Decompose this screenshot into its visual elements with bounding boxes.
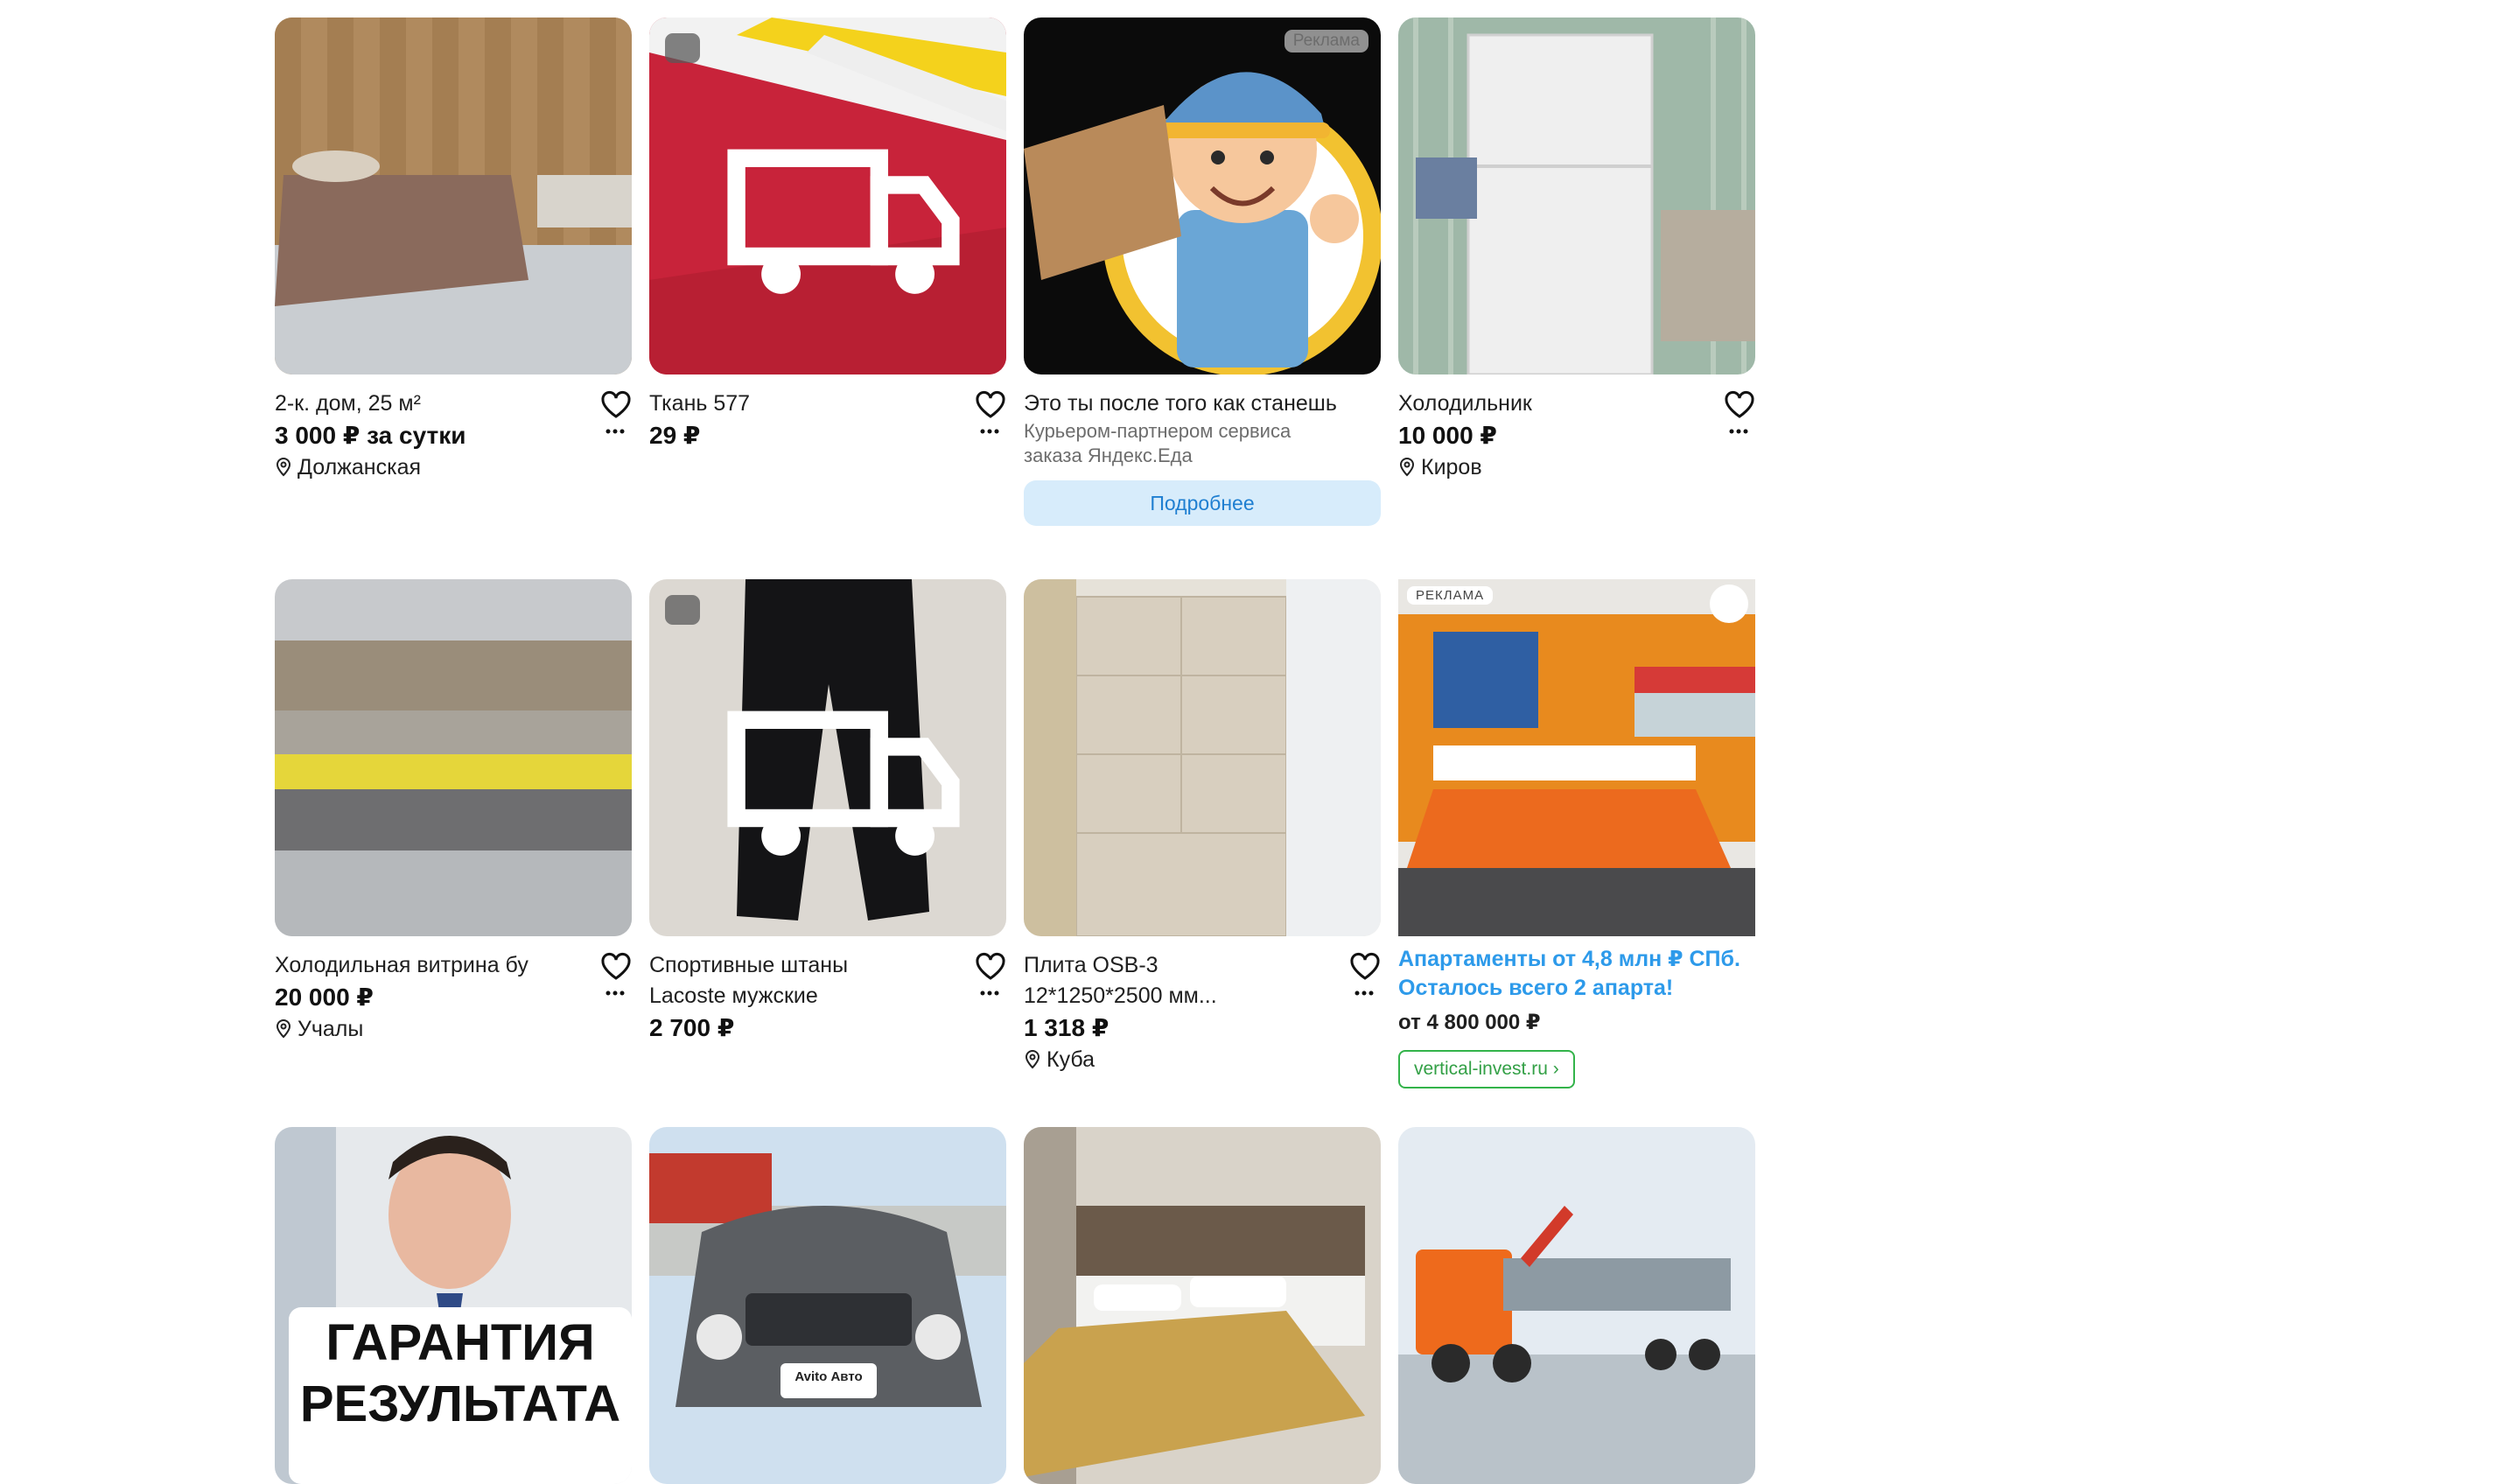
listing-price: 20 000 ₽ [275,984,374,1011]
listing-photo[interactable] [275,18,632,374]
ad-title[interactable]: Это ты после того как станешь [1024,388,1381,419]
guarantee-line2: РЕЗУЛЬТАТА [299,1376,621,1432]
ad-card-yandex[interactable]: Реклама Это ты после того как станешь Ку… [1024,18,1381,526]
listing-location: Куба [1024,1045,1381,1074]
ad-badge: РЕКЛАМА [1407,586,1494,605]
listing-card[interactable] [1398,1127,1755,1484]
listing-location: Учалы [275,1014,632,1044]
listing-title-line2[interactable]: 12*1250*2500 мм... [1024,981,1321,1012]
listing-card[interactable]: ГАРАНТИЯ РЕЗУЛЬТАТА [275,1127,632,1484]
ad-subtitle-line2: заказа Яндекс.Еда [1024,444,1193,466]
listing-price: 3 000 ₽ за сутки [275,422,466,449]
more-dots-icon[interactable] [606,429,625,438]
listing-photo[interactable]: Avito Авто [649,1127,1006,1484]
listing-photo[interactable] [649,18,1006,374]
listing-price: 29 ₽ [649,422,701,449]
listing-photo[interactable] [1398,1127,1755,1484]
listing-price: 10 000 ₽ [1398,422,1497,449]
listing-card[interactable]: Ткань 577 29 ₽ [649,18,1006,452]
ad-domain-link[interactable]: vertical-invest.ru › [1398,1050,1575,1088]
ad-photo[interactable]: Реклама [1024,18,1381,374]
listing-location: Киров [1398,452,1755,482]
location-text: Должанская [298,455,422,480]
listing-card[interactable]: Спортивные штаны Lacoste мужские 2 700 ₽ [649,579,1006,1045]
guarantee-line1: ГАРАНТИЯ [326,1314,595,1371]
listing-photo[interactable] [275,579,632,936]
more-dots-icon[interactable] [1729,429,1748,438]
ad-title-line1[interactable]: Апартаменты от 4,8 млн ₽ СПб. [1398,945,1755,974]
listings-grid: 2-к. дом, 25 м² 3 000 ₽ за сутки Должанс… [0,0,2520,1484]
listing-title-line1[interactable]: Спортивные штаны [649,950,947,981]
listing-title[interactable]: Холодильная витрина бу [275,950,572,981]
listing-title[interactable]: Ткань 577 [649,388,947,419]
location-text: Киров [1421,455,1482,480]
listing-card[interactable]: Холодильник 10 000 ₽ Киров [1398,18,1755,482]
favorite-heart-icon[interactable] [600,952,632,982]
listing-photo[interactable] [1024,1127,1381,1484]
more-dots-icon[interactable] [1354,990,1374,999]
listing-price: 2 700 ₽ [649,1014,735,1041]
listing-card[interactable]: Холодильная витрина бу 20 000 ₽ Учалы [275,579,632,1044]
guarantee-text: ГАРАНТИЯ РЕЗУЛЬТАТА [289,1307,632,1435]
listing-photo[interactable] [1398,18,1755,374]
delivery-truck-icon [665,33,960,294]
listing-card[interactable] [1024,1127,1381,1484]
avito-auto-badge: Avito Авто [794,1369,863,1384]
favorite-heart-icon[interactable] [1724,390,1755,420]
ad-card-vertical[interactable]: РЕКЛАМА Апартаменты от 4,8 млн ₽ СПб. Ос… [1398,579,1755,1088]
listing-title-line1[interactable]: Плита OSB-3 [1024,950,1321,981]
more-dots-icon[interactable] [980,429,999,438]
location-pin-icon [275,1019,292,1039]
details-button[interactable]: Подробнее [1024,480,1381,526]
location-text: Учалы [298,1017,364,1041]
ad-photo[interactable]: РЕКЛАМА [1398,579,1755,936]
favorite-heart-icon[interactable] [1349,952,1381,982]
favorite-heart-icon[interactable] [975,952,1006,982]
listing-price: 1 318 ₽ [1024,1014,1110,1041]
ad-title-line2[interactable]: Осталось всего 2 апарта! [1398,974,1755,1003]
more-dots-icon[interactable] [980,990,999,999]
favorite-heart-icon[interactable] [600,390,632,420]
location-pin-icon [1398,458,1416,477]
listing-title[interactable]: 2-к. дом, 25 м² [275,388,572,419]
listing-photo[interactable]: ГАРАНТИЯ РЕЗУЛЬТАТА [275,1127,632,1484]
listing-card[interactable]: Avito Авто [649,1127,1006,1484]
ad-price: от 4 800 000 ₽ [1398,1011,1541,1034]
listing-photo[interactable] [649,579,1006,936]
location-text: Куба [1046,1047,1095,1072]
location-pin-icon [1024,1050,1041,1069]
listing-title[interactable]: Холодильник [1398,388,1696,419]
listing-location: Должанская [275,452,632,482]
vertical-dots-menu-icon[interactable] [1710,584,1748,623]
ad-badge: Реклама [1284,30,1368,52]
listing-photo[interactable] [1024,579,1381,936]
location-pin-icon [275,458,292,477]
listing-title-line2[interactable]: Lacoste мужские [649,981,947,1012]
delivery-truck-icon [665,595,960,856]
more-dots-icon[interactable] [606,990,625,999]
favorite-heart-icon[interactable] [975,390,1006,420]
listing-card[interactable]: Плита OSB-3 12*1250*2500 мм... 1 318 ₽ К… [1024,579,1381,1074]
listing-card[interactable]: 2-к. дом, 25 м² 3 000 ₽ за сутки Должанс… [275,18,632,482]
ad-subtitle-line1: Курьером-партнером сервиса [1024,420,1292,442]
